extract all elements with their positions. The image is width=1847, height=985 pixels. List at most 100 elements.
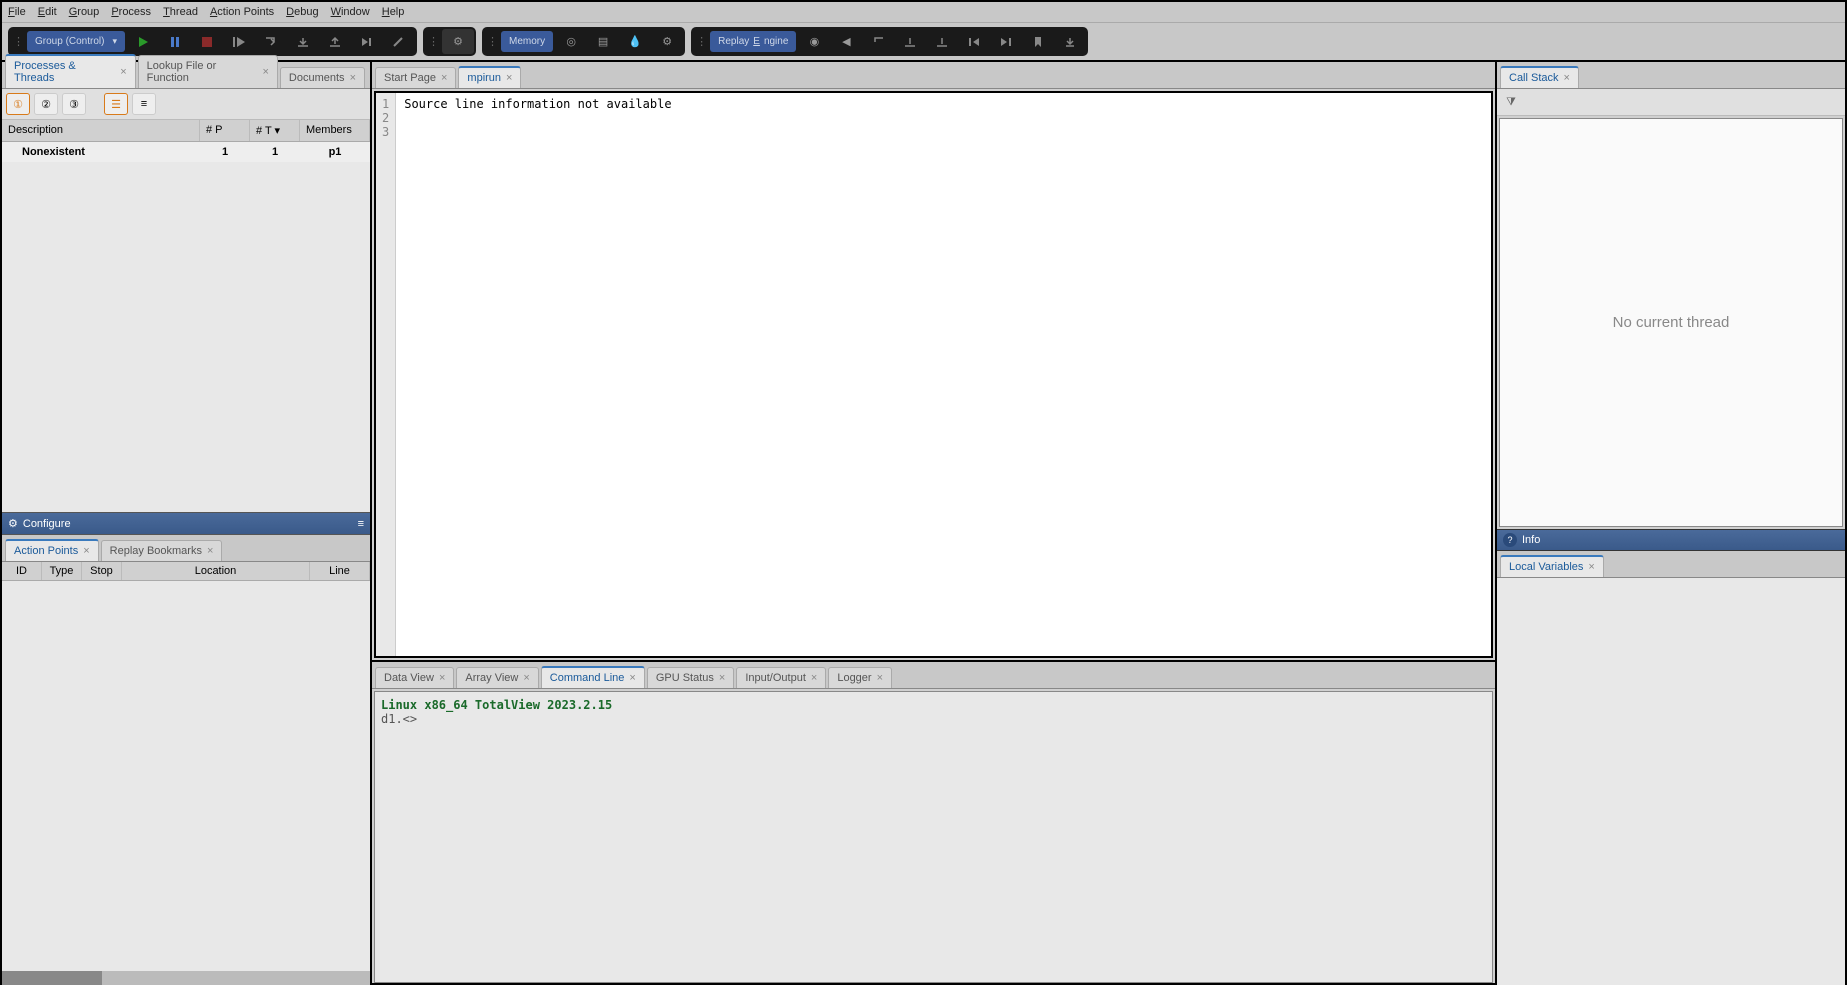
tab-replay-bookmarks[interactable]: Replay Bookmarks× <box>101 540 223 561</box>
close-icon[interactable]: × <box>262 66 268 78</box>
replay-next-button[interactable] <box>990 29 1022 54</box>
memory-label-button[interactable]: Memory <box>501 31 553 52</box>
command-line-panel[interactable]: Linux x86_64 TotalView 2023.2.15 d1.<> <box>374 691 1493 983</box>
tab-call-stack[interactable]: Call Stack× <box>1500 66 1579 88</box>
grip-icon[interactable]: ⋮ <box>693 35 710 48</box>
grip-icon[interactable]: ⋮ <box>10 35 27 48</box>
mem-settings-button[interactable]: ⚙ <box>651 29 683 54</box>
replay-step-back-button[interactable] <box>862 29 894 54</box>
step-out-button[interactable] <box>319 29 351 54</box>
pt-view-1-button[interactable]: ① <box>6 93 30 115</box>
run-to-button[interactable] <box>351 29 383 54</box>
step-into-button[interactable] <box>287 29 319 54</box>
tab-mpirun[interactable]: mpirun× <box>458 66 521 88</box>
drag-handle-icon[interactable]: ≡ <box>358 518 364 530</box>
col-threads[interactable]: # T ▾ <box>250 120 300 141</box>
tab-command-line[interactable]: Command Line× <box>541 666 645 688</box>
col-line[interactable]: Line <box>310 562 370 580</box>
close-icon[interactable]: × <box>439 672 445 684</box>
close-icon[interactable]: × <box>83 545 89 557</box>
replay-prev-button[interactable] <box>958 29 990 54</box>
col-stop[interactable]: Stop <box>82 562 122 580</box>
close-icon[interactable]: × <box>811 672 817 684</box>
source-tabbar: Start Page× mpirun× <box>372 62 1495 89</box>
pt-view-3-button[interactable]: ③ <box>62 93 86 115</box>
close-icon[interactable]: × <box>719 672 725 684</box>
menubar: File Edit Group Process Thread Action Po… <box>2 2 1845 23</box>
menu-debug[interactable]: Debug <box>286 6 318 18</box>
source-editor[interactable]: 123 Source line information not availabl… <box>374 91 1493 658</box>
col-members[interactable]: Members <box>300 120 370 141</box>
configure-bar[interactable]: ⚙ Configure ≡ <box>2 512 370 535</box>
close-icon[interactable]: × <box>523 672 529 684</box>
mem-btn-2[interactable]: ▤ <box>587 29 619 54</box>
replay-step-in-back-button[interactable] <box>926 29 958 54</box>
close-icon[interactable]: × <box>877 672 883 684</box>
close-icon[interactable]: × <box>1588 561 1594 573</box>
grip-icon[interactable]: ⋮ <box>425 35 442 48</box>
col-id[interactable]: ID <box>2 562 42 580</box>
close-icon[interactable]: × <box>506 72 512 84</box>
bookmark-button[interactable] <box>1022 29 1054 54</box>
mem-btn-1[interactable]: ◎ <box>555 29 587 54</box>
col-type[interactable]: Type <box>42 562 82 580</box>
close-icon[interactable]: × <box>120 66 126 78</box>
close-icon[interactable]: × <box>1564 72 1570 84</box>
menu-process[interactable]: Process <box>111 6 151 18</box>
scrollbar[interactable] <box>2 971 370 985</box>
close-icon[interactable]: × <box>207 545 213 557</box>
close-icon[interactable]: × <box>441 72 447 84</box>
right-bottom-tabbar: Local Variables× <box>1497 551 1845 578</box>
col-description[interactable]: Description <box>2 120 200 141</box>
replay-label-button[interactable]: ReplayEngine <box>710 31 796 52</box>
tab-logger[interactable]: Logger× <box>828 667 892 688</box>
menu-window[interactable]: Window <box>331 6 370 18</box>
replay-step-out-back-button[interactable] <box>894 29 926 54</box>
filter-icon[interactable]: ⧩ <box>1501 93 1521 111</box>
menu-edit[interactable]: Edit <box>38 6 57 18</box>
tab-start-page[interactable]: Start Page× <box>375 67 456 88</box>
table-row[interactable]: Nonexistent 1 1 p1 <box>2 142 370 162</box>
menu-file[interactable]: File <box>8 6 26 18</box>
halt-button[interactable] <box>159 29 191 54</box>
tab-gpu-status[interactable]: GPU Status× <box>647 667 735 688</box>
mem-btn-3[interactable]: 💧 <box>619 29 651 54</box>
col-location[interactable]: Location <box>122 562 310 580</box>
tab-action-points[interactable]: Action Points× <box>5 539 99 561</box>
save-button[interactable] <box>1054 29 1086 54</box>
replay-back-button[interactable]: ◀ <box>830 29 862 54</box>
record-button[interactable]: ◉ <box>798 29 830 54</box>
go-button[interactable] <box>127 29 159 54</box>
pt-layout-flat-button[interactable]: ≡ <box>132 93 156 115</box>
menu-group[interactable]: Group <box>69 6 100 18</box>
tab-processes-threads[interactable]: Processes & Threads× <box>5 54 136 88</box>
bottom-tabbar: Data View× Array View× Command Line× GPU… <box>372 662 1495 689</box>
pt-layout-tree-button[interactable]: ☰ <box>104 93 128 115</box>
col-processes[interactable]: # P <box>200 120 250 141</box>
menu-help[interactable]: Help <box>382 6 405 18</box>
tab-data-view[interactable]: Data View× <box>375 667 454 688</box>
left-bottom-tabbar: Action Points× Replay Bookmarks× <box>2 535 370 562</box>
group-control-dropdown[interactable]: Group (Control) <box>27 31 125 52</box>
info-bar[interactable]: ? Info <box>1497 529 1845 551</box>
kill-button[interactable] <box>191 29 223 54</box>
tab-array-view[interactable]: Array View× <box>456 667 538 688</box>
tab-local-variables[interactable]: Local Variables× <box>1500 555 1604 577</box>
version-text: Linux x86_64 TotalView 2023.2.15 <box>381 698 1486 712</box>
grip-icon[interactable]: ⋮ <box>484 35 501 48</box>
settings-group: ⋮ ⚙ <box>423 27 476 56</box>
close-icon[interactable]: × <box>629 672 635 684</box>
step-button[interactable] <box>255 29 287 54</box>
tab-lookup[interactable]: Lookup File or Function× <box>138 55 278 88</box>
settings-gear-button[interactable]: ⚙ <box>442 29 474 54</box>
edit-button[interactable] <box>383 29 415 54</box>
info-icon: ? <box>1503 533 1517 547</box>
menu-thread[interactable]: Thread <box>163 6 198 18</box>
tab-documents[interactable]: Documents× <box>280 67 365 88</box>
tab-input-output[interactable]: Input/Output× <box>736 667 826 688</box>
command-prompt: d1.<> <box>381 712 1486 726</box>
menu-action-points[interactable]: Action Points <box>210 6 274 18</box>
next-button[interactable] <box>223 29 255 54</box>
close-icon[interactable]: × <box>350 72 356 84</box>
pt-view-2-button[interactable]: ② <box>34 93 58 115</box>
